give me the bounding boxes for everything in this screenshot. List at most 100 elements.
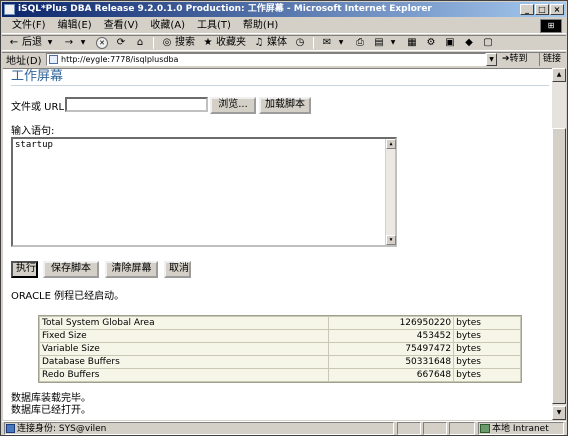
toolbar: ← 后退 ▼ → ▼ ✕ ⟳ ⌂ ◎ 搜索 ★ 收藏夹 ♫ 媒体 ◷ ✉ ▼ ⎙ ▤ ▼ ▦ ⚙… <box>2 35 566 51</box>
statement-text: startup <box>15 140 53 150</box>
title-divider <box>11 85 549 86</box>
mail-button[interactable]: ✉ ▼ <box>319 37 349 49</box>
messenger-button[interactable]: ⚙ <box>423 37 439 49</box>
file-url-input[interactable] <box>65 97 208 112</box>
search-icon: ◎ <box>162 37 172 48</box>
status-bar: 连接身份: SYS@vilen 本地 Intranet <box>2 421 566 435</box>
window-controls: _ □ × <box>520 4 564 15</box>
sga-results-table: Total System Global Area 126950220 bytes… <box>38 315 522 383</box>
scroll-down-button[interactable]: ▼ <box>386 235 396 245</box>
back-label: 后退 <box>22 37 42 48</box>
edit-page-icon: ▤ <box>374 37 384 48</box>
maximize-button[interactable]: □ <box>535 4 549 15</box>
zone-text: 本地 Intranet <box>492 424 549 434</box>
row-unit: bytes <box>454 330 520 342</box>
table-row: Redo Buffers 667648 bytes <box>40 369 520 381</box>
instance-started-message: ORACLE 例程已经启动。 <box>11 291 125 302</box>
home-icon: ⌂ <box>136 37 144 48</box>
clear-screen-button[interactable]: 清除屏幕 <box>105 261 158 278</box>
media-button[interactable]: ♫ 媒体 <box>251 36 289 50</box>
table-row: Fixed Size 453452 bytes <box>40 330 520 342</box>
forward-button[interactable]: → ▼ <box>61 37 91 49</box>
save-script-button[interactable]: 保存脚本 <box>43 261 99 278</box>
edit-button[interactable]: ▤ ▼ <box>371 37 401 49</box>
stop-icon: ✕ <box>96 37 108 49</box>
page-scrollbar[interactable]: ▲ ▼ <box>552 68 566 420</box>
row-name: Database Buffers <box>40 356 329 368</box>
media-icon: ♫ <box>254 37 264 48</box>
menu-favorites[interactable]: 收藏(A) <box>144 19 191 33</box>
window-button[interactable]: ▢ <box>480 37 496 49</box>
menu-file[interactable]: 文件(F) <box>6 19 52 33</box>
row-unit: bytes <box>454 356 520 368</box>
execute-button[interactable]: 执行 <box>11 261 38 278</box>
table-row: Database Buffers 50331648 bytes <box>40 356 520 368</box>
stop-button[interactable]: ✕ <box>94 37 110 49</box>
toolbar-separator <box>313 37 314 49</box>
research-button[interactable]: ▣ <box>442 37 458 49</box>
print-button[interactable]: ⎙ <box>352 37 368 49</box>
windows-logo-icon: ⊞ <box>540 19 562 33</box>
scroll-up-button[interactable]: ▲ <box>552 68 566 82</box>
menu-tools[interactable]: 工具(T) <box>191 19 237 33</box>
row-value: 453452 <box>329 330 454 342</box>
arrow-up-icon: ▲ <box>556 71 562 78</box>
media-label: 媒体 <box>267 37 287 48</box>
extra-tool-button[interactable]: ◆ <box>461 37 477 49</box>
chevron-down-icon: ▼ <box>489 56 494 63</box>
messenger-icon: ⚙ <box>426 37 436 48</box>
scrollbar-thumb[interactable] <box>552 128 566 404</box>
row-value: 75497472 <box>329 343 454 355</box>
file-url-label: 文件或 URL: <box>11 102 68 113</box>
chevron-down-icon: ▼ <box>47 39 53 46</box>
browser-window: iSQL*Plus DBA Release 9.2.0.1.0 Producti… <box>0 0 568 436</box>
browse-button[interactable]: 浏览... <box>210 97 256 114</box>
address-dropdown-button[interactable]: ▼ <box>486 53 497 66</box>
window-icon: ▢ <box>483 37 493 48</box>
go-button[interactable]: ➔转到 <box>502 53 528 66</box>
page-content: 工作屏幕 文件或 URL: 浏览... 加载脚本 输入语句: startup ▲… <box>3 68 552 420</box>
print-icon: ⎙ <box>356 37 364 48</box>
home-button[interactable]: ⌂ <box>132 37 148 49</box>
minimize-button[interactable]: _ <box>520 4 534 15</box>
go-arrow-icon: ➔ <box>502 54 510 64</box>
search-button[interactable]: ◎ 搜索 <box>159 36 197 50</box>
scroll-up-button[interactable]: ▲ <box>386 139 396 149</box>
favorites-button[interactable]: ★ 收藏夹 <box>200 36 248 50</box>
load-script-button[interactable]: 加载脚本 <box>259 97 311 114</box>
row-name: Redo Buffers <box>40 369 329 381</box>
cancel-button[interactable]: 取消 <box>164 261 191 278</box>
row-value: 667648 <box>329 369 454 381</box>
address-bar: 地址(D) http://eygle:7778/isqlplusdba ▼ ➔转… <box>2 52 566 67</box>
menu-bar: 文件(F) 编辑(E) 查看(V) 收藏(A) 工具(T) 帮助(H) ⊞ <box>2 18 566 34</box>
favorites-label: 收藏夹 <box>216 37 246 48</box>
textarea-scrollbar[interactable]: ▲ ▼ <box>385 139 396 245</box>
row-unit: bytes <box>454 317 520 329</box>
database-opened-message: 数据库已经打开。 <box>11 405 91 416</box>
address-input[interactable]: http://eygle:7778/isqlplusdba <box>46 53 486 66</box>
arrow-down-icon: ▼ <box>389 237 393 243</box>
menu-edit[interactable]: 编辑(E) <box>52 19 98 33</box>
refresh-button[interactable]: ⟳ <box>113 37 129 49</box>
arrow-up-icon: ▲ <box>389 141 393 147</box>
status-panel <box>449 422 475 435</box>
menu-view[interactable]: 查看(V) <box>98 19 145 33</box>
ie-page-icon <box>4 4 15 15</box>
page-status-icon <box>6 424 15 433</box>
refresh-icon: ⟳ <box>116 37 126 48</box>
discuss-button[interactable]: ▦ <box>404 37 420 49</box>
row-unit: bytes <box>454 369 520 381</box>
back-button[interactable]: ← 后退 ▼ <box>6 36 58 50</box>
statement-textarea[interactable]: startup ▲ ▼ <box>11 137 397 247</box>
page-icon <box>49 55 58 64</box>
window-title: iSQL*Plus DBA Release 9.2.0.1.0 Producti… <box>18 4 432 14</box>
history-button[interactable]: ◷ <box>292 37 308 49</box>
close-button[interactable]: × <box>550 4 564 15</box>
discuss-icon: ▦ <box>407 37 417 48</box>
menu-help[interactable]: 帮助(H) <box>237 19 284 33</box>
scroll-down-button[interactable]: ▼ <box>552 406 566 420</box>
links-button[interactable]: 链接 <box>539 53 561 66</box>
chevron-down-icon: ▼ <box>338 39 344 46</box>
address-url: http://eygle:7778/isqlplusdba <box>61 55 179 64</box>
mail-icon: ✉ <box>322 37 332 48</box>
